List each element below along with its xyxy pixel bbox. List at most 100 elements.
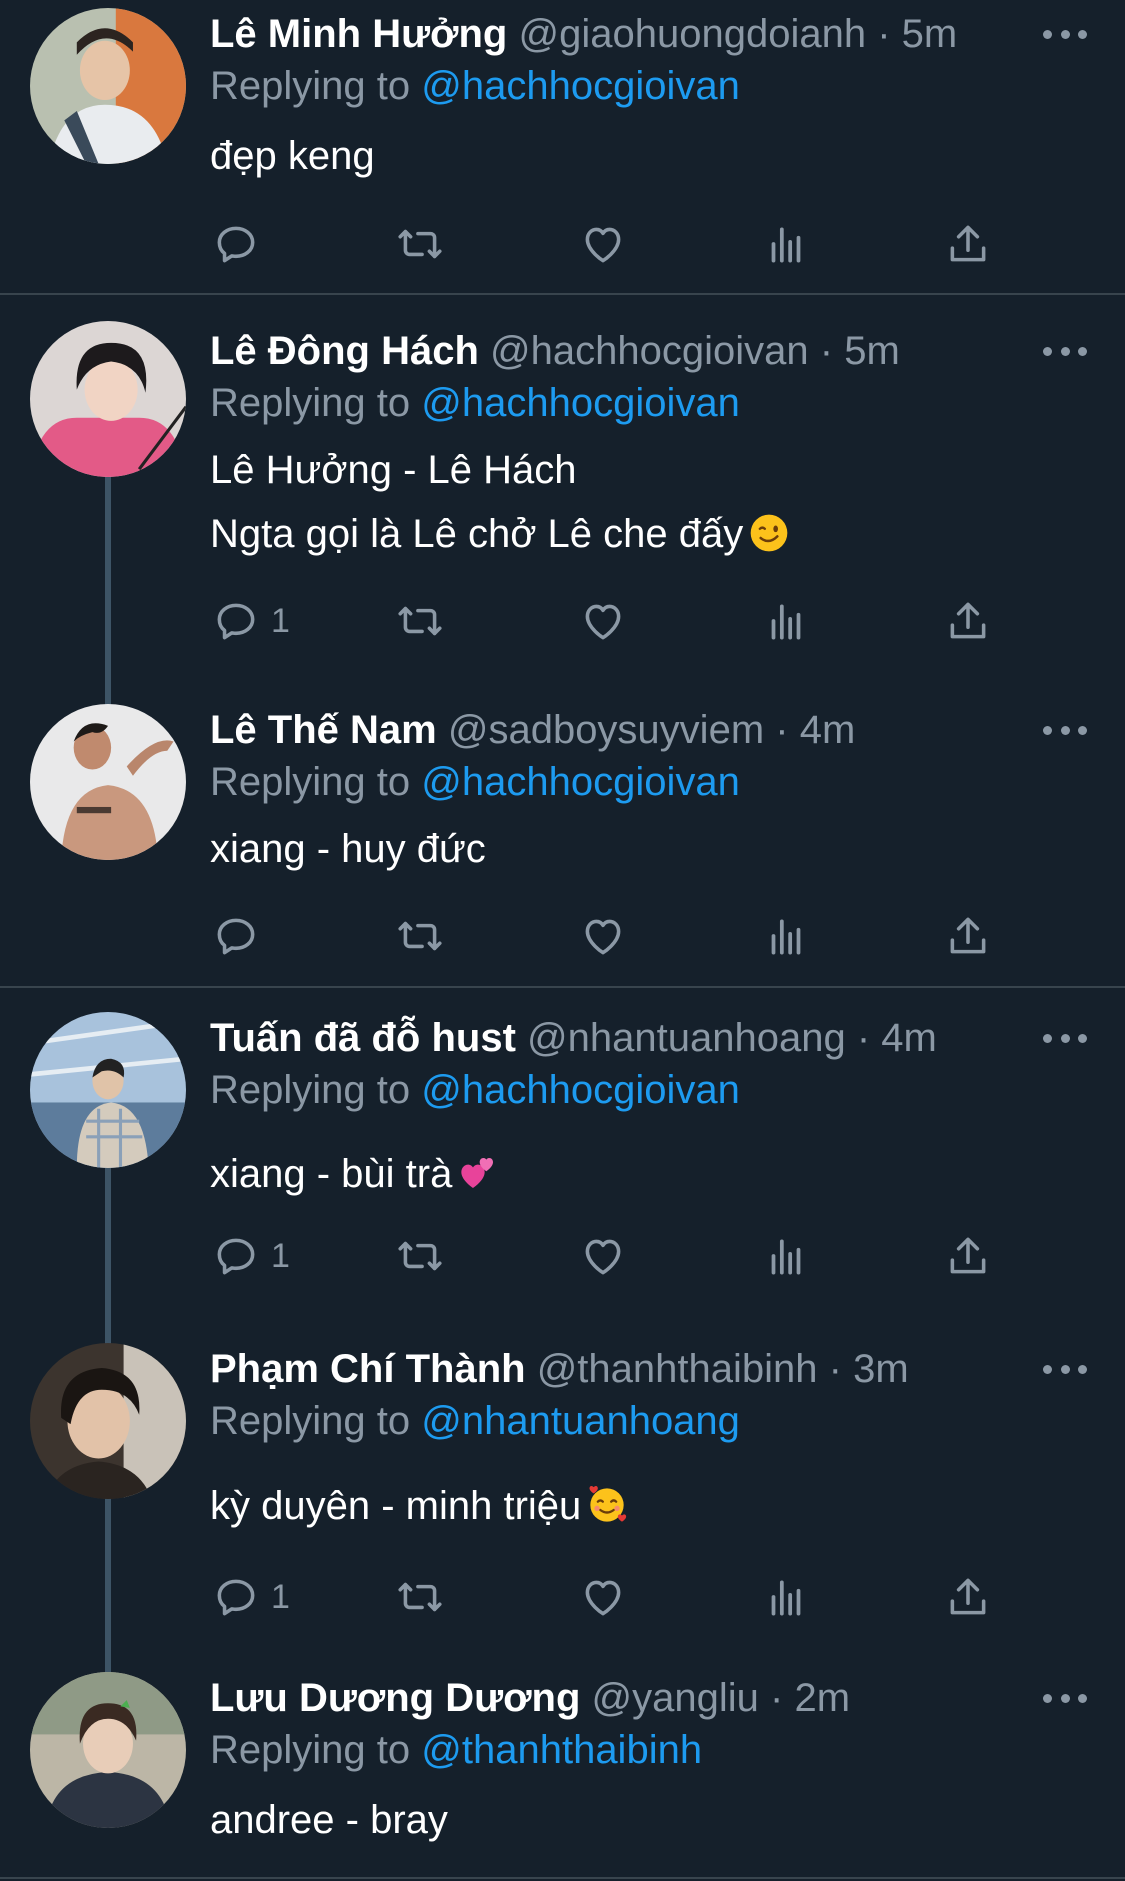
display-name[interactable]: Phạm Chí Thành (210, 1347, 526, 1391)
tweet[interactable]: Tuấn đã đỗ hust @nhantuanhoang · 4m Repl… (0, 988, 1125, 1340)
avatar[interactable] (30, 321, 186, 477)
timestamp[interactable]: 2m (794, 1676, 850, 1720)
tweet-text-line: andree - bray (210, 1798, 448, 1842)
analytics-button[interactable] (761, 1226, 811, 1286)
user-handle[interactable]: @hachhocgioivan (490, 329, 809, 373)
tweet-header: Lê Thế Nam @sadboysuyviem · 4m (210, 704, 1125, 756)
timestamp[interactable]: 4m (800, 708, 856, 752)
tweet-text-line: kỳ duyên - minh triệu (210, 1484, 582, 1528)
share-button[interactable] (943, 214, 993, 274)
reply-count: 1 (271, 601, 290, 640)
more-options-icon[interactable] (1043, 325, 1087, 377)
like-button[interactable] (578, 591, 628, 651)
reply-icon (217, 1579, 255, 1616)
display-name[interactable]: Lê Thế Nam (210, 708, 437, 752)
analytics-button[interactable] (761, 214, 811, 274)
display-name[interactable]: Lưu Dương Dương (210, 1676, 580, 1720)
analytics-button[interactable] (761, 906, 811, 966)
tweet-text-line: xiang - bùi trà (210, 1152, 453, 1196)
user-handle[interactable]: @sadboysuyviem (448, 708, 764, 752)
more-options-icon[interactable] (1043, 1672, 1087, 1724)
share-button[interactable] (943, 1226, 993, 1286)
retweet-icon (398, 1241, 442, 1271)
tweet-text: xiang - bùi trà (210, 1142, 498, 1206)
display-name[interactable]: Tuấn đã đỗ hust (210, 1016, 516, 1060)
mention-link[interactable]: @hachhocgioivan (421, 1068, 740, 1112)
like-button[interactable] (578, 214, 628, 274)
tweet-header: Lê Đông Hách @hachhocgioivan · 5m (210, 325, 1125, 377)
mention-link[interactable]: @nhantuanhoang (421, 1399, 740, 1443)
retweet-icon (398, 606, 442, 636)
mention-link[interactable]: @thanhthaibinh (421, 1728, 702, 1772)
reply-button[interactable]: 1 (211, 1567, 290, 1627)
reply-button[interactable] (211, 214, 271, 274)
like-button[interactable] (578, 1226, 628, 1286)
replying-to: Replying to @hachhocgioivan (210, 60, 740, 112)
more-options-icon[interactable] (1043, 1343, 1087, 1395)
user-handle[interactable]: @giaohuongdoianh (519, 12, 867, 56)
avatar[interactable] (30, 704, 186, 860)
more-options-icon[interactable] (1043, 704, 1087, 756)
tweet[interactable]: Lê Đông Hách @hachhocgioivan · 5m Replyi… (0, 295, 1125, 690)
retweet-button[interactable] (395, 1567, 445, 1627)
display-name[interactable]: Lê Minh Hưởng (210, 12, 507, 56)
like-button[interactable] (578, 906, 628, 966)
analytics-icon (771, 227, 801, 263)
tweet-header: Tuấn đã đỗ hust @nhantuanhoang · 4m (210, 1012, 1125, 1064)
action-bar: 1 (0, 1226, 1125, 1286)
analytics-icon (771, 1239, 801, 1275)
user-handle[interactable]: @yangliu (592, 1676, 759, 1720)
divider (0, 1877, 1125, 1879)
share-button[interactable] (943, 1567, 993, 1627)
timestamp[interactable]: 4m (881, 1016, 937, 1060)
tweet[interactable]: Lưu Dương Dương @yangliu · 2m Replying t… (0, 1670, 1125, 1877)
more-options-icon[interactable] (1043, 1012, 1087, 1064)
replying-label: Replying to (210, 1399, 411, 1443)
timestamp[interactable]: 5m (844, 329, 900, 373)
reply-button[interactable]: 1 (211, 1226, 290, 1286)
avatar[interactable] (30, 1012, 186, 1168)
reply-button[interactable] (211, 906, 271, 966)
retweet-button[interactable] (395, 1226, 445, 1286)
reply-icon (217, 603, 255, 640)
analytics-button[interactable] (761, 591, 811, 651)
tweet[interactable]: Lê Thế Nam @sadboysuyviem · 4m Replying … (0, 690, 1125, 986)
reply-icon (217, 918, 255, 955)
analytics-icon (771, 1580, 801, 1616)
action-bar: 1 (0, 591, 1125, 651)
tweet-text-line: Ngta gọi là Lê chở Lê che đấy (210, 512, 744, 556)
share-icon (950, 1237, 986, 1274)
user-handle[interactable]: @thanhthaibinh (537, 1347, 818, 1391)
more-options-icon[interactable] (1043, 8, 1087, 60)
mention-link[interactable]: @hachhocgioivan (421, 381, 740, 425)
tweet-text-line: Lê Hưởng - Lê Hách (210, 448, 577, 492)
share-button[interactable] (943, 906, 993, 966)
retweet-button[interactable] (395, 214, 445, 274)
tweet[interactable]: Lê Minh Hưởng @giaohuongdoianh · 5m Repl… (0, 0, 1125, 293)
avatar-photo-icon (30, 1343, 186, 1499)
separator: · (877, 12, 891, 56)
action-bar (0, 906, 1125, 966)
reply-button[interactable]: 1 (211, 591, 290, 651)
avatar[interactable] (30, 8, 186, 164)
share-button[interactable] (943, 591, 993, 651)
two-hearts-emoji-icon (461, 1158, 494, 1188)
analytics-button[interactable] (761, 1567, 811, 1627)
tweet-text: andree - bray (210, 1788, 448, 1852)
share-icon (950, 917, 986, 954)
retweet-button[interactable] (395, 906, 445, 966)
action-bar: 1 (0, 1567, 1125, 1627)
reply-count: 1 (271, 1577, 290, 1616)
avatar[interactable] (30, 1343, 186, 1499)
retweet-button[interactable] (395, 591, 445, 651)
timestamp[interactable]: 5m (902, 12, 958, 56)
avatar[interactable] (30, 1672, 186, 1828)
user-handle[interactable]: @nhantuanhoang (527, 1016, 846, 1060)
display-name[interactable]: Lê Đông Hách (210, 329, 479, 373)
tweet[interactable]: Phạm Chí Thành @thanhthaibinh · 3m Reply… (0, 1340, 1125, 1670)
like-button[interactable] (578, 1567, 628, 1627)
timestamp[interactable]: 3m (853, 1347, 909, 1391)
separator: · (856, 1016, 871, 1060)
mention-link[interactable]: @hachhocgioivan (421, 760, 740, 804)
mention-link[interactable]: @hachhocgioivan (421, 64, 740, 108)
